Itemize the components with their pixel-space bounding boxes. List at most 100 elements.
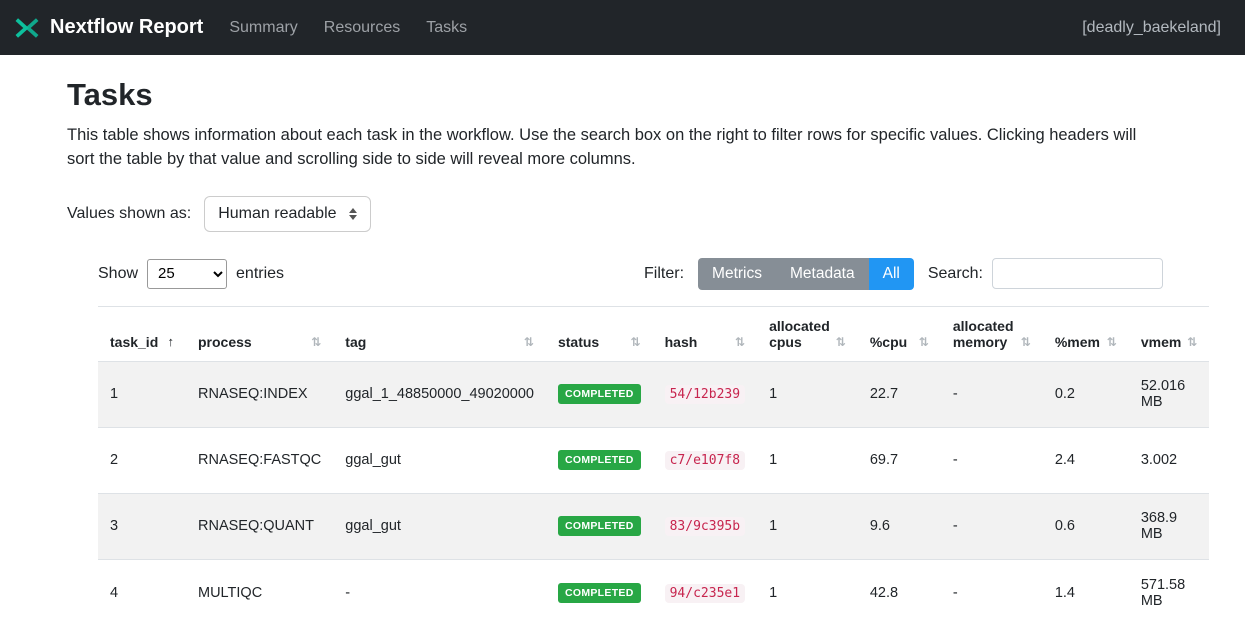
cell-tag: ggal_gut [333, 493, 546, 559]
cell-vmem: 571.58 MB [1129, 559, 1210, 625]
cell-status: COMPLETED [546, 427, 653, 493]
column-label: tag [345, 334, 366, 350]
column-header-vmem[interactable]: vmem⇅ [1129, 306, 1210, 361]
hash-code: 54/12b239 [665, 385, 745, 404]
table-row: 4MULTIQC-COMPLETED94/c235e1142.8-1.4571.… [98, 559, 1209, 625]
cell-allocated_memory: - [941, 361, 1043, 427]
cell-allocated_memory: - [941, 493, 1043, 559]
column-header-task_id[interactable]: task_id ↑ [98, 306, 186, 361]
cell-allocated_cpus: 1 [757, 493, 858, 559]
cell-task_id: 3 [98, 493, 186, 559]
show-entries-select[interactable]: 25 [147, 259, 227, 289]
show-entries-group: Show 25 entries [98, 259, 284, 289]
brand[interactable]: Nextflow Report [14, 15, 203, 41]
sort-both-icon: ⇅ [311, 335, 321, 349]
values-shown-label: Values shown as: [67, 205, 191, 223]
table-row: 3RNASEQ:QUANTggal_gut COMPLETED 83/9c395b 1… [98, 493, 1209, 559]
cell-tag: ggal_gut [333, 427, 546, 493]
column-label: status [558, 334, 599, 350]
column-label: hash [665, 334, 698, 350]
hash-code: 94/c235e1 [665, 584, 745, 603]
status-badge: COMPLETED [558, 583, 641, 603]
cell-pct_cpu: 42.8 [858, 559, 941, 625]
column-label: task_id [110, 334, 158, 350]
page-title: Tasks [67, 77, 1245, 113]
column-header-status[interactable]: status ⇅ [546, 306, 653, 361]
cell-tag: ggal_1_48850000_49020000 [333, 361, 546, 427]
tasks-table: task_id↑process⇅tag⇅status⇅hash⇅allocate… [98, 306, 1209, 625]
sort-both-icon: ⇅ [524, 335, 534, 349]
search-label: Search: [928, 265, 983, 283]
cell-hash: 94/c235e1 [653, 559, 757, 625]
filter-button-group: MetricsMetadataAll [698, 258, 914, 290]
navbar: Nextflow Report Summary Resources Tasks [d… [0, 0, 1245, 55]
column-header-hash[interactable]: hash ⇅ [653, 306, 757, 361]
cell-vmem: 368.9 MB [1129, 493, 1210, 559]
cell-process: MULTIQC [186, 559, 333, 625]
table-row: 2RNASEQ:FASTQCggal_gutCOMPLETED c7/e107f8… [98, 427, 1209, 493]
main-content: Tasks This table shows information about… [0, 55, 1245, 625]
values-shown-select[interactable]: Human readable [204, 196, 370, 232]
brand-title: Nextflow Report [50, 16, 203, 39]
values-shown-row: Values shown as: Human readable [67, 196, 1245, 232]
cell-pct_mem: 0.6 [1043, 493, 1129, 559]
cell-vmem: 52.016 MB [1129, 361, 1210, 427]
table-body: 1RNASEQ:INDEXggal_1_48850000_49020000COM… [98, 361, 1209, 625]
cell-allocated_memory: - [941, 559, 1043, 625]
sort-both-icon: ⇅ [1021, 335, 1031, 349]
show-label: Show [98, 265, 138, 283]
column-header-pct_cpu[interactable]: %cpu⇅ [858, 306, 941, 361]
sort-both-icon: ⇅ [735, 335, 745, 349]
right-controls: Filter: MetricsMetadataAll Search: [644, 258, 1163, 290]
sort-both-icon: ⇅ [919, 335, 929, 349]
cell-hash: c7/e107f8 [653, 427, 757, 493]
cell-hash: 83/9c395b [653, 493, 757, 559]
hash-code: c7/e107f8 [665, 451, 745, 470]
run-name: [deadly_baekeland] [1082, 19, 1221, 37]
tasks-table-wrap[interactable]: task_id↑process⇅tag⇅status⇅hash⇅allocate… [98, 306, 1245, 625]
search-input[interactable] [992, 258, 1163, 289]
cell-process: RNASEQ:QUANT [186, 493, 333, 559]
nav-link-resources[interactable]: Resources [324, 19, 400, 37]
sort-both-icon: ⇅ [1107, 335, 1117, 349]
column-header-allocated_cpus[interactable]: allocated cpus⇅ [757, 306, 858, 361]
filter-button-metadata[interactable]: Metadata [776, 258, 869, 290]
sort-asc-icon: ↑ [168, 334, 175, 350]
cell-pct_cpu: 69.7 [858, 427, 941, 493]
cell-task_id: 4 [98, 559, 186, 625]
cell-process: RNASEQ:FASTQC [186, 427, 333, 493]
search-group: Search: [928, 258, 1163, 289]
cell-status: COMPLETED [546, 493, 653, 559]
status-badge: COMPLETED [558, 516, 641, 536]
cell-pct_mem: 1.4 [1043, 559, 1129, 625]
nav-link-summary[interactable]: Summary [229, 19, 297, 37]
cell-process: RNASEQ:INDEX [186, 361, 333, 427]
cell-pct_mem: 2.4 [1043, 427, 1129, 493]
filter-button-metrics[interactable]: Metrics [698, 258, 776, 290]
cell-status: COMPLETED [546, 361, 653, 427]
cell-allocated_memory: - [941, 427, 1043, 493]
sort-both-icon: ⇅ [631, 335, 641, 349]
column-header-process[interactable]: process⇅ [186, 306, 333, 361]
cell-allocated_cpus: 1 [757, 361, 858, 427]
column-header-pct_mem[interactable]: %mem⇅ [1043, 306, 1129, 361]
status-badge: COMPLETED [558, 384, 641, 404]
filter-button-all[interactable]: All [869, 258, 914, 290]
table-row: 1 RNASEQ:INDEXggal_1_48850000_49020000 COM… [98, 361, 1209, 427]
cell-task_id: 2 [98, 427, 186, 493]
table-header-row: task_id↑process⇅tag⇅status⇅hash⇅allocate… [98, 306, 1209, 361]
nav-links: Summary Resources Tasks [229, 19, 467, 37]
column-header-allocated_memory[interactable]: allocated memory⇅ [941, 306, 1043, 361]
cell-allocated_cpus: 1 [757, 559, 858, 625]
cell-tag: - [333, 559, 546, 625]
cell-allocated_cpus: 1 [757, 427, 858, 493]
cell-pct_cpu: 9.6 [858, 493, 941, 559]
table-area: Show 25 entries Filter: MetricsMetadataA… [98, 258, 1245, 625]
nextflow-logo-icon [14, 15, 40, 41]
column-header-tag[interactable]: tag ⇅ [333, 306, 546, 361]
hash-code: 83/9c395b [665, 517, 745, 536]
nav-link-tasks[interactable]: Tasks [426, 19, 467, 37]
updown-caret-icon [349, 208, 357, 220]
cell-vmem: 3.002 [1129, 427, 1210, 493]
cell-status: COMPLETED [546, 559, 653, 625]
